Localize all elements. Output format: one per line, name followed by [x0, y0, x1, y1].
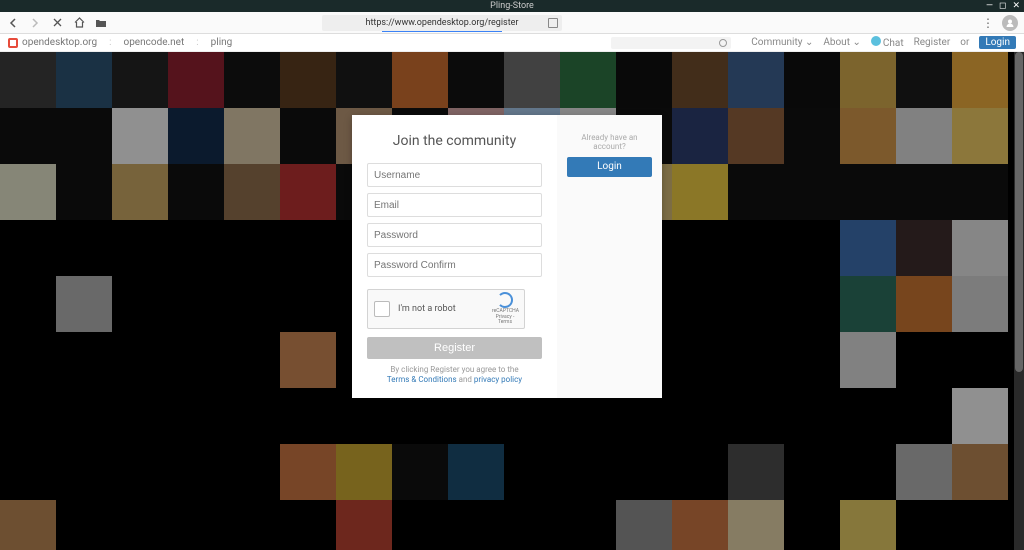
home-button[interactable]: [72, 16, 86, 30]
nav-or-text: or: [960, 37, 969, 48]
card-title: Join the community: [367, 133, 542, 149]
login-button[interactable]: Login: [567, 157, 652, 177]
site-link-pling[interactable]: pling: [211, 37, 233, 48]
stop-button[interactable]: [50, 16, 64, 30]
kebab-menu-icon[interactable]: ⋮: [982, 16, 994, 30]
privacy-link[interactable]: privacy policy: [474, 375, 522, 384]
forward-button[interactable]: [28, 16, 42, 30]
chevron-down-icon: ⌄: [805, 37, 813, 48]
site-search-input[interactable]: [611, 37, 731, 49]
window-minimize-icon[interactable]: —: [986, 1, 993, 11]
email-field[interactable]: [367, 193, 542, 217]
window-close-icon[interactable]: ✕: [1012, 1, 1020, 11]
chevron-down-icon: ⌄: [852, 37, 860, 48]
terms-link[interactable]: Terms & Conditions: [387, 375, 457, 384]
browser-toolbar: https://www.opendesktop.org/register ⋮: [0, 12, 1024, 34]
reader-mode-icon[interactable]: [548, 18, 558, 28]
url-text: https://www.opendesktop.org/register: [366, 18, 519, 28]
profile-icon[interactable]: [1002, 15, 1018, 31]
scrollbar-thumb[interactable]: [1015, 52, 1023, 372]
site-topnav: opendesktop.org : opencode.net : pling C…: [0, 34, 1024, 52]
chat-icon: [871, 36, 881, 46]
password-confirm-field[interactable]: [367, 253, 542, 277]
recaptcha-checkbox[interactable]: [374, 301, 390, 317]
site-link-opendesktop[interactable]: opendesktop.org: [8, 37, 97, 48]
opendesktop-logo-icon: [8, 38, 18, 48]
site-link-opencode[interactable]: opencode.net: [123, 37, 184, 48]
folder-button[interactable]: [94, 16, 108, 30]
url-bar[interactable]: https://www.opendesktop.org/register: [322, 15, 562, 31]
window-maximize-icon[interactable]: ◻: [999, 1, 1006, 11]
already-have-account-text: Already have an account?: [567, 133, 652, 151]
vertical-scrollbar[interactable]: [1014, 52, 1024, 550]
nav-about[interactable]: About ⌄: [823, 37, 861, 48]
username-field[interactable]: [367, 163, 542, 187]
recaptcha-logo-icon: reCAPTCHA Privacy - Terms: [492, 292, 518, 326]
nav-chat[interactable]: Chat: [871, 36, 904, 49]
nav-register[interactable]: Register: [914, 37, 951, 48]
back-button[interactable]: [6, 16, 20, 30]
register-button[interactable]: Register: [367, 337, 542, 359]
window-titlebar: Pling-Store — ◻ ✕: [0, 0, 1024, 12]
recaptcha-widget[interactable]: I'm not a robot reCAPTCHA Privacy - Term…: [367, 289, 525, 329]
nav-login-button[interactable]: Login: [979, 36, 1016, 49]
window-title: Pling-Store: [490, 1, 534, 11]
register-fineprint: By clicking Register you agree to the Te…: [367, 365, 542, 386]
recaptcha-label: I'm not a robot: [398, 304, 484, 314]
register-card: Join the community I'm not a robot reCAP…: [352, 115, 662, 398]
password-field[interactable]: [367, 223, 542, 247]
nav-community[interactable]: Community ⌄: [751, 37, 813, 48]
